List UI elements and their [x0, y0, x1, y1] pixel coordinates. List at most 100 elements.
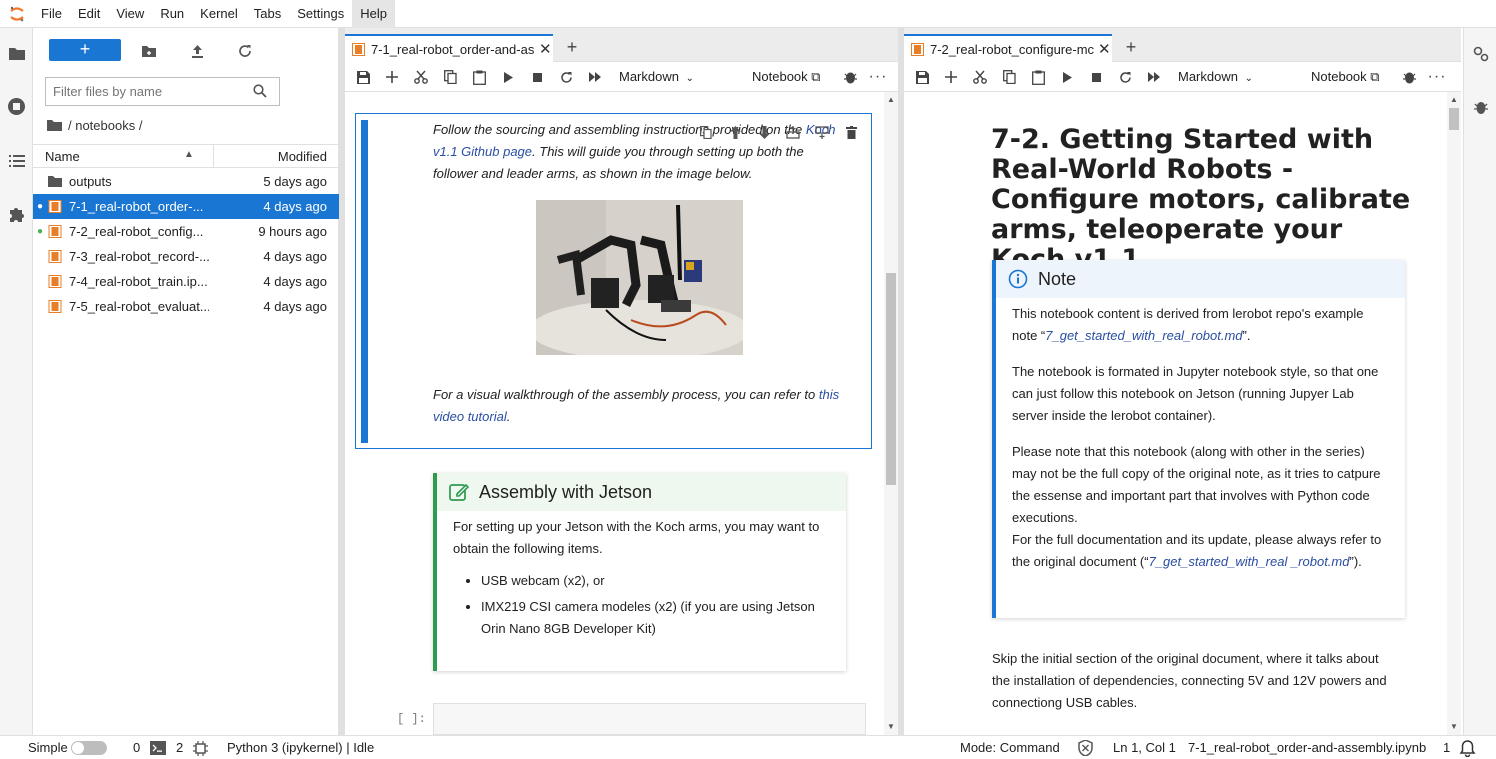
column-modified-header[interactable]: Modified	[278, 149, 327, 164]
menu-settings[interactable]: Settings	[289, 0, 352, 28]
file-row[interactable]: 7-3_real-robot_record-... 4 days ago	[33, 244, 339, 269]
new-launcher-button[interactable]: +	[49, 39, 121, 61]
kernel-status-icon	[1401, 69, 1417, 85]
close-icon[interactable]: ✕	[539, 40, 552, 58]
copy-icon[interactable]	[1001, 69, 1017, 85]
folder-icon[interactable]	[6, 43, 27, 64]
tab-bar-right: 7-2_real-robot_configure-mc ✕ +	[904, 28, 1461, 62]
original-document-link[interactable]: 7_get_started_with_real _robot.md	[1149, 554, 1350, 569]
scrollbar-left[interactable]: ▲ ▼	[884, 92, 898, 735]
new-tab-button[interactable]: +	[561, 36, 583, 58]
original-note-link[interactable]: 7_get_started_with_real_robot.md	[1045, 328, 1242, 343]
insert-below-icon[interactable]	[812, 122, 832, 142]
cell-type-dropdown[interactable]: Markdown ⌄	[1178, 69, 1253, 84]
notebook-icon	[48, 250, 62, 263]
insert-cell-icon[interactable]	[943, 69, 959, 85]
cell-collapser[interactable]	[361, 120, 368, 443]
file-row[interactable]: 7-5_real-robot_evaluat... 4 days ago	[33, 294, 339, 319]
scroll-down-icon[interactable]: ▼	[1450, 722, 1458, 731]
debugger-icon[interactable]	[1470, 96, 1491, 117]
insert-cell-icon[interactable]	[384, 69, 400, 85]
close-icon[interactable]: ✕	[1098, 40, 1111, 58]
save-icon[interactable]	[355, 69, 371, 85]
running-icon[interactable]	[6, 96, 27, 117]
more-options-icon[interactable]: ···	[869, 68, 887, 85]
file-row[interactable]: ● 7-1_real-robot_order-... 4 days ago	[33, 194, 339, 219]
cut-icon[interactable]	[972, 69, 988, 85]
bell-icon[interactable]	[1459, 740, 1476, 759]
file-row[interactable]: 7-4_real-robot_train.ip... 4 days ago	[33, 269, 339, 294]
extensions-icon[interactable]	[6, 203, 27, 224]
scroll-thumb[interactable]	[886, 273, 896, 485]
open-in-notebook-link[interactable]: Notebook ⧉	[752, 69, 821, 85]
file-name: 7-1_real-robot_order-...	[69, 199, 204, 214]
notification-count[interactable]: 1	[1443, 740, 1450, 755]
menu-kernel[interactable]: Kernel	[192, 0, 246, 28]
refresh-icon[interactable]	[235, 41, 255, 61]
file-row[interactable]: ● 7-2_real-robot_config... 9 hours ago	[33, 219, 339, 244]
markdown-cell-active[interactable]: Follow the sourcing and assembling instr…	[355, 113, 872, 449]
upload-icon[interactable]	[187, 41, 207, 61]
tab-notebook-7-2[interactable]: 7-2_real-robot_configure-mc ✕	[904, 34, 1112, 62]
simple-mode-toggle[interactable]	[71, 741, 107, 755]
kernel-chip-icon[interactable]	[193, 741, 208, 759]
column-divider[interactable]	[213, 145, 214, 168]
paste-icon[interactable]	[471, 69, 487, 85]
new-folder-icon[interactable]	[139, 41, 159, 61]
notebook-content-right[interactable]: 7-2. Getting Started with Real-World Rob…	[904, 92, 1461, 735]
kernel-status[interactable]: Python 3 (ipykernel) | Idle	[227, 740, 374, 755]
fast-forward-icon[interactable]	[587, 69, 603, 85]
move-up-icon[interactable]	[725, 122, 745, 142]
bullet-imx219: IMX219 CSI camera modeles (x2) (if you a…	[481, 596, 830, 640]
file-row[interactable]: outputs 5 days ago	[33, 169, 339, 194]
kernels-count[interactable]: 2	[176, 740, 183, 755]
column-name-header[interactable]: Name	[45, 149, 80, 164]
cell-type-dropdown[interactable]: Markdown ⌄	[619, 69, 694, 84]
menu-file[interactable]: File	[33, 0, 70, 28]
duplicate-cell-icon[interactable]	[696, 122, 716, 142]
menu-tabs[interactable]: Tabs	[246, 0, 289, 28]
run-icon[interactable]	[500, 69, 516, 85]
scroll-up-icon[interactable]: ▲	[887, 95, 895, 104]
code-cell-input[interactable]	[433, 703, 866, 735]
menu-run[interactable]: Run	[152, 0, 192, 28]
insert-above-icon[interactable]	[783, 122, 803, 142]
copy-icon[interactable]	[442, 69, 458, 85]
scroll-up-icon[interactable]: ▲	[1450, 95, 1458, 104]
delete-cell-icon[interactable]	[841, 122, 861, 142]
restart-icon[interactable]	[558, 69, 574, 85]
home-folder-icon[interactable]	[47, 119, 62, 131]
trusted-shield-icon[interactable]	[1078, 739, 1093, 759]
move-down-icon[interactable]	[754, 122, 774, 142]
restart-icon[interactable]	[1117, 69, 1133, 85]
cut-icon[interactable]	[413, 69, 429, 85]
filter-files-input[interactable]	[46, 78, 236, 105]
stop-icon[interactable]	[1088, 69, 1104, 85]
menu-help[interactable]: Help	[352, 0, 395, 28]
terminals-count[interactable]: 0	[133, 740, 140, 755]
menu-edit[interactable]: Edit	[70, 0, 108, 28]
stop-icon[interactable]	[529, 69, 545, 85]
skip-paragraph: Skip the initial section of the original…	[992, 651, 1387, 710]
save-icon[interactable]	[914, 69, 930, 85]
breadcrumb-path[interactable]: / notebooks /	[68, 118, 142, 133]
table-of-contents-icon[interactable]	[6, 150, 27, 171]
new-tab-button[interactable]: +	[1120, 36, 1142, 58]
callout-header: Assembly with Jetson	[437, 473, 846, 511]
notebook-content-left[interactable]: Follow the sourcing and assembling instr…	[345, 92, 898, 735]
scroll-down-icon[interactable]: ▼	[887, 722, 895, 731]
sort-ascending-icon[interactable]: ▲	[184, 149, 194, 160]
notebook-icon	[352, 42, 365, 56]
fast-forward-icon[interactable]	[1146, 69, 1162, 85]
open-in-notebook-link[interactable]: Notebook ⧉	[1311, 69, 1380, 85]
paste-icon[interactable]	[1030, 69, 1046, 85]
more-options-icon[interactable]: ···	[1428, 68, 1446, 85]
run-icon[interactable]	[1059, 69, 1075, 85]
terminal-icon[interactable]	[150, 741, 166, 758]
cursor-position[interactable]: Ln 1, Col 1	[1113, 740, 1176, 755]
tab-notebook-7-1[interactable]: 7-1_real-robot_order-and-as ✕	[345, 34, 553, 62]
scrollbar-right[interactable]: ▲ ▼	[1447, 92, 1461, 735]
menu-view[interactable]: View	[108, 0, 152, 28]
scroll-thumb[interactable]	[1449, 108, 1459, 130]
property-inspector-icon[interactable]	[1470, 43, 1491, 64]
